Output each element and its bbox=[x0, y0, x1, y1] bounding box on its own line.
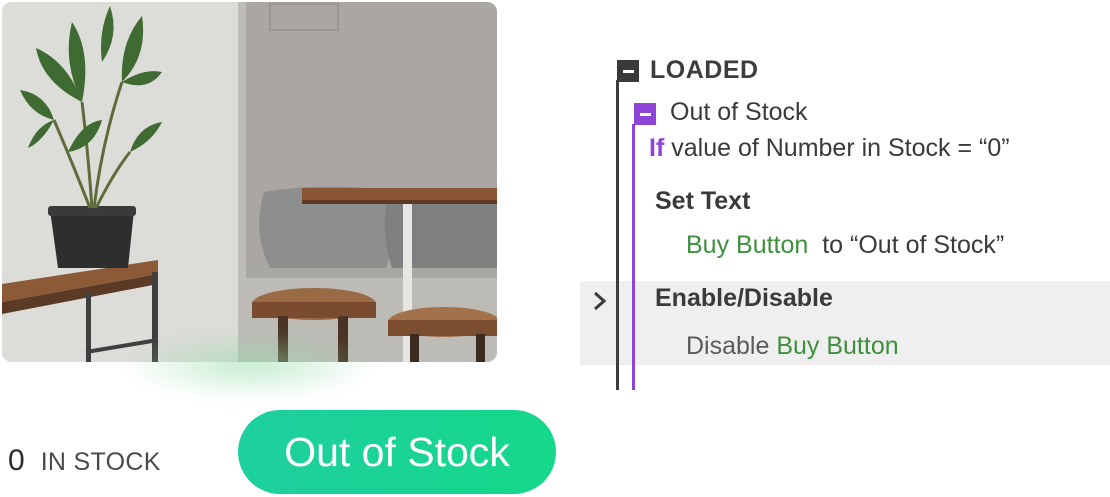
cafe-photo-icon bbox=[2, 2, 497, 362]
set-text-target[interactable]: Buy Button bbox=[686, 231, 808, 259]
condition-group-label: Out of Stock bbox=[670, 98, 808, 126]
set-text-detail: Buy Button to “Out of Stock” bbox=[686, 231, 1004, 260]
chevron-right-icon[interactable] bbox=[591, 289, 609, 313]
workflow-panel: LOADED Out of Stock If value of Number i… bbox=[580, 50, 1110, 395]
condition-keyword: If bbox=[649, 134, 665, 162]
action-label-enable-disable[interactable]: Enable/Disable bbox=[655, 284, 833, 313]
event-tree-line bbox=[616, 80, 619, 390]
stock-label: IN STOCK bbox=[40, 448, 161, 476]
condition-text: value of Number in Stock = “0” bbox=[671, 134, 1010, 162]
set-text-value: to “Out of Stock” bbox=[822, 231, 1005, 259]
action-label-set-text[interactable]: Set Text bbox=[655, 187, 750, 216]
photo-glow bbox=[120, 330, 380, 400]
stock-count: 0 bbox=[8, 444, 25, 477]
event-label: LOADED bbox=[650, 56, 759, 84]
condition-row: If value of Number in Stock = “0” bbox=[649, 134, 1010, 163]
buy-button[interactable]: Out of Stock bbox=[238, 410, 556, 494]
product-image bbox=[2, 2, 497, 362]
disable-verb: Disable bbox=[686, 332, 770, 360]
condition-tree-line bbox=[632, 124, 635, 390]
disable-detail: Disable Buy Button bbox=[686, 332, 899, 361]
stock-indicator: 0 IN STOCK bbox=[8, 444, 161, 478]
disable-target[interactable]: Buy Button bbox=[776, 332, 898, 360]
collapse-icon[interactable] bbox=[634, 103, 656, 125]
collapse-icon[interactable] bbox=[617, 60, 639, 82]
